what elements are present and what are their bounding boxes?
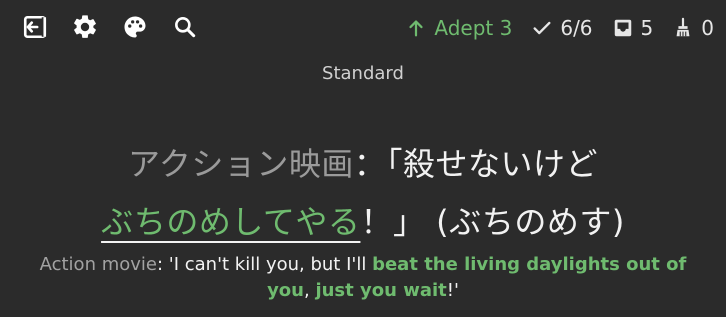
sentence-topic: アクション映画 <box>128 145 354 183</box>
completed-count: 6/6 <box>560 16 593 40</box>
top-toolbar: Adept 3 6/6 5 0 <box>0 0 726 56</box>
translation-target2: just you wait <box>315 280 447 301</box>
sentence-translation: Action movie: 'I can't kill you, but I'l… <box>22 252 704 304</box>
adept-level[interactable]: Adept 3 <box>404 14 512 42</box>
search-icon[interactable] <box>168 10 202 44</box>
stats-bar: Adept 3 6/6 5 0 <box>404 14 714 42</box>
translation-part3: !' <box>446 280 459 301</box>
exit-icon[interactable] <box>18 10 52 44</box>
sentence-prefix: 殺せないけど <box>402 145 598 183</box>
example-sentence: アクション映画：「殺せないけど ぶちのめしてやる！」 (ぶちのめす) <box>40 135 686 251</box>
sentence-suffix: ！」 <box>360 203 426 241</box>
inbox-stat[interactable]: 5 <box>611 14 654 42</box>
deck-label: Standard <box>322 63 404 84</box>
gear-icon[interactable] <box>68 10 102 44</box>
broom-icon <box>671 16 695 40</box>
translation-part2: , <box>303 280 316 301</box>
sweep-stat[interactable]: 0 <box>671 14 714 42</box>
sentence-target-word[interactable]: ぶちのめしてやる <box>101 203 360 241</box>
inbox-count: 5 <box>640 16 654 40</box>
arrow-up-icon <box>404 16 428 40</box>
adept-level-label: Adept 3 <box>434 16 513 40</box>
translation-topic: Action movie <box>39 254 157 275</box>
translation-part1: : 'I can't kill you, but I'll <box>156 254 373 275</box>
check-icon <box>530 16 554 40</box>
inbox-icon <box>611 16 635 40</box>
sweep-count: 0 <box>701 16 714 40</box>
palette-icon[interactable] <box>118 10 152 44</box>
sentence-bracket-open: 「 <box>386 145 403 183</box>
sentence-colon: ： <box>353 145 387 183</box>
completed-stat[interactable]: 6/6 <box>530 14 593 42</box>
sentence-reading: (ぶちのめす) <box>436 203 625 241</box>
